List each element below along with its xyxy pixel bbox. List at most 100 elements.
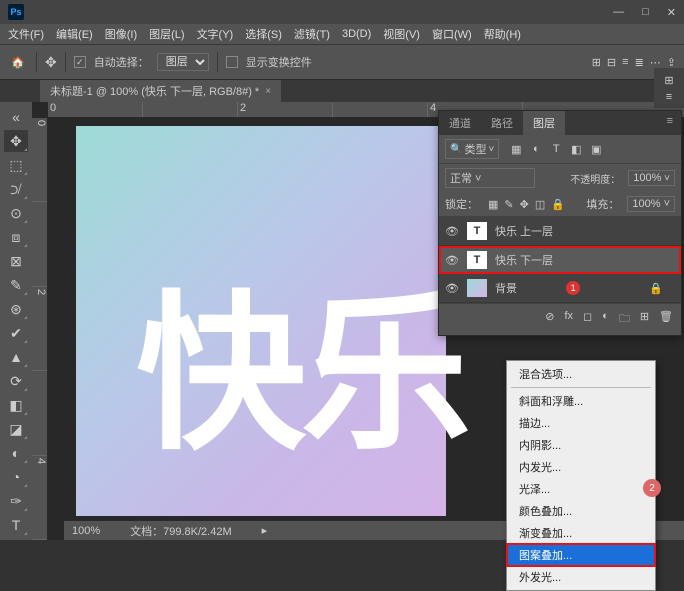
menu-layer[interactable]: 图层(L): [149, 26, 184, 42]
lock-artboard-icon[interactable]: ◫: [535, 198, 545, 211]
align-icon[interactable]: ≣: [635, 56, 644, 69]
lock-icon[interactable]: 🔒: [649, 282, 663, 295]
tab-close-icon[interactable]: ×: [265, 86, 271, 97]
layer-name[interactable]: 背景: [495, 280, 517, 296]
tab-paths[interactable]: 路径: [481, 111, 523, 135]
menu-blend-options[interactable]: 混合选项...: [507, 363, 655, 385]
layer-row-selected[interactable]: 👁 T 快乐 下一层: [439, 246, 681, 274]
autoselect-checkbox[interactable]: ✓: [74, 56, 86, 68]
lock-all-icon[interactable]: 🔒: [551, 198, 565, 211]
crop-tool[interactable]: ⧈: [4, 226, 28, 248]
annotation-badge-2: 2: [643, 479, 661, 497]
filter-adjust-icon[interactable]: ◐: [529, 143, 543, 156]
adjustment-layer-icon[interactable]: ◐: [602, 310, 609, 329]
filter-shape-icon[interactable]: ◧: [569, 143, 583, 156]
menu-type[interactable]: 文字(Y): [197, 26, 234, 42]
menu-select[interactable]: 选择(S): [245, 26, 282, 42]
lock-paint-icon[interactable]: ✎: [504, 198, 513, 211]
zoom-level[interactable]: 100%: [72, 525, 100, 537]
gradient-tool[interactable]: ◪: [4, 418, 28, 440]
filter-pixel-icon[interactable]: ▦: [509, 143, 523, 156]
collapse-icon[interactable]: «: [4, 106, 28, 128]
menu-window[interactable]: 窗口(W): [432, 26, 472, 42]
layer-fx-icon[interactable]: fx: [564, 310, 573, 329]
opacity-value[interactable]: 100% ˅: [628, 170, 675, 186]
align-icon[interactable]: ⊞: [592, 56, 601, 69]
panel-menu-icon[interactable]: ≡: [659, 111, 681, 135]
stamp-tool[interactable]: ▲: [4, 346, 28, 368]
dock-icon[interactable]: ≡: [666, 91, 672, 103]
group-icon[interactable]: 🗀: [619, 310, 630, 329]
transform-checkbox[interactable]: [226, 56, 238, 68]
align-icon[interactable]: ≡: [622, 56, 628, 69]
lasso-tool[interactable]: ⟉: [4, 178, 28, 200]
eraser-tool[interactable]: ◧: [4, 394, 28, 416]
menu-outer-glow[interactable]: 外发光...: [507, 566, 655, 588]
heal-tool[interactable]: ⊛: [4, 298, 28, 320]
menu-bevel[interactable]: 斜面和浮雕...: [507, 390, 655, 412]
frame-tool[interactable]: ⊠: [4, 250, 28, 272]
home-icon[interactable]: 🏠: [8, 52, 28, 72]
move-tool-icon[interactable]: ✥: [45, 54, 57, 71]
move-tool[interactable]: ✥: [4, 130, 28, 152]
delete-layer-icon[interactable]: 🗑: [659, 310, 673, 329]
document-tab[interactable]: 未标题-1 @ 100% (快乐 下一层, RGB/8#) * ×: [40, 80, 281, 102]
maximize-button[interactable]: □: [642, 6, 649, 19]
menu-color-overlay[interactable]: 颜色叠加...: [507, 500, 655, 522]
layer-filter-select[interactable]: 🔍 类型 ˅: [445, 139, 499, 159]
menu-image[interactable]: 图像(I): [105, 26, 137, 42]
menu-inner-shadow[interactable]: 内阴影...: [507, 434, 655, 456]
close-button[interactable]: ✕: [667, 6, 676, 19]
menu-gradient-overlay[interactable]: 渐变叠加...: [507, 522, 655, 544]
visibility-icon[interactable]: 👁: [445, 254, 459, 267]
menu-3d[interactable]: 3D(D): [342, 28, 371, 40]
lock-pixels-icon[interactable]: ▦: [488, 198, 498, 211]
layer-mask-icon[interactable]: ◻: [583, 310, 592, 329]
dodge-tool[interactable]: ◔: [4, 466, 28, 488]
marquee-tool[interactable]: ⬚: [4, 154, 28, 176]
new-layer-icon[interactable]: ⊞: [640, 310, 649, 329]
layer-row[interactable]: 👁 T 快乐 上一层: [439, 217, 681, 246]
menu-file[interactable]: 文件(F): [8, 26, 44, 42]
brush-tool[interactable]: ✔: [4, 322, 28, 344]
type-tool[interactable]: T: [4, 514, 28, 536]
align-icon[interactable]: ⊟: [607, 56, 616, 69]
right-dock[interactable]: ⊞ ≡: [654, 68, 684, 108]
menu-edit[interactable]: 编辑(E): [56, 26, 93, 42]
lock-position-icon[interactable]: ✥: [520, 198, 529, 211]
blend-mode-select[interactable]: 正常 ˅: [445, 168, 535, 188]
pen-tool[interactable]: ✑: [4, 490, 28, 512]
layer-name[interactable]: 快乐 下一层: [495, 252, 553, 268]
quick-select-tool[interactable]: ⊙: [4, 202, 28, 224]
filter-type-icon[interactable]: T: [549, 143, 563, 156]
blur-tool[interactable]: ◐: [4, 442, 28, 464]
menu-help[interactable]: 帮助(H): [484, 26, 521, 42]
layer-row-background[interactable]: 👁 背景 1 🔒: [439, 274, 681, 303]
ruler-vertical: 024: [32, 118, 48, 540]
menu-stroke[interactable]: 描边...: [507, 412, 655, 434]
visibility-icon[interactable]: 👁: [445, 282, 459, 295]
tab-channels[interactable]: 通道: [439, 111, 481, 135]
fill-value[interactable]: 100% ˅: [627, 196, 675, 212]
minimize-button[interactable]: —: [613, 6, 624, 19]
tab-layers[interactable]: 图层: [523, 111, 565, 135]
dock-icon[interactable]: ⊞: [664, 74, 673, 87]
more-icon[interactable]: ⋯: [650, 56, 661, 69]
eyedropper-tool[interactable]: ✎: [4, 274, 28, 296]
menu-pattern-overlay[interactable]: 图案叠加...: [507, 544, 655, 566]
menu-inner-glow[interactable]: 内发光...: [507, 456, 655, 478]
menu-view[interactable]: 视图(V): [383, 26, 420, 42]
filter-smart-icon[interactable]: ▣: [589, 143, 603, 156]
visibility-icon[interactable]: 👁: [445, 225, 459, 238]
window-controls: — □ ✕: [613, 6, 676, 19]
autoselect-label: 自动选择：: [94, 54, 149, 70]
share-icon[interactable]: ⇪: [667, 56, 676, 69]
history-brush-tool[interactable]: ⟳: [4, 370, 28, 392]
link-layers-icon[interactable]: ⊘: [545, 310, 554, 329]
layer-name[interactable]: 快乐 上一层: [495, 223, 553, 239]
status-arrow-icon[interactable]: ▸: [262, 524, 268, 537]
menu-satin[interactable]: 光泽...: [507, 478, 655, 500]
menu-filter[interactable]: 滤镜(T): [294, 26, 330, 42]
autoselect-target[interactable]: 图层: [157, 53, 209, 71]
canvas[interactable]: 快乐: [76, 126, 446, 516]
